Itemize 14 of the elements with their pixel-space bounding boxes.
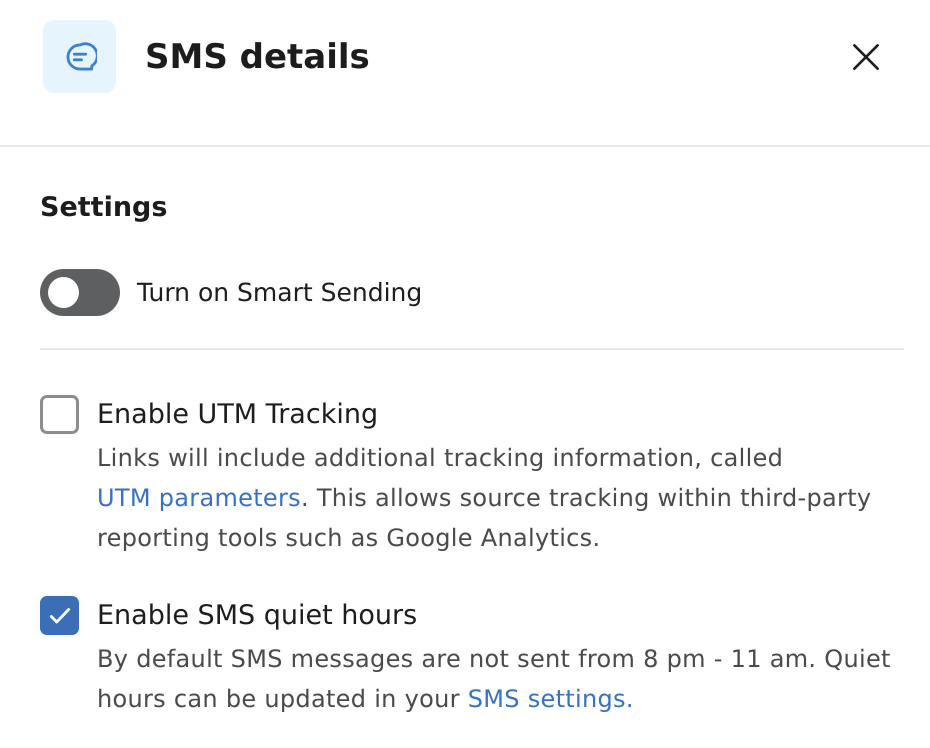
- section-title: Settings: [40, 191, 168, 225]
- option-description: Links will include additional tracking information, called UTM parameters. This allows source tracking within third-party reporting tools such as Google Analytics.: [97, 443, 872, 554]
- settings-link[interactable]: SMS settings.: [468, 685, 634, 713]
- checkbox-label: Enable SMS quiet hours: [97, 599, 418, 633]
- toggle-label: Turn on Smart Sending: [137, 278, 422, 307]
- chat-bubble-icon: [43, 20, 116, 93]
- checkbox-label: Enable UTM Tracking: [97, 398, 378, 432]
- close-icon: [852, 42, 880, 70]
- checkbox[interactable]: [40, 596, 79, 635]
- toggle-switch[interactable]: [40, 269, 120, 316]
- checkbox[interactable]: [40, 395, 79, 434]
- settings-link[interactable]: UTM parameters: [97, 484, 301, 512]
- option-description: By default SMS messages are not sent from 8 pm - 11 am. Quiet hours can be updated in your SMS settings.: [97, 644, 892, 715]
- panel-title: SMS details: [145, 36, 370, 76]
